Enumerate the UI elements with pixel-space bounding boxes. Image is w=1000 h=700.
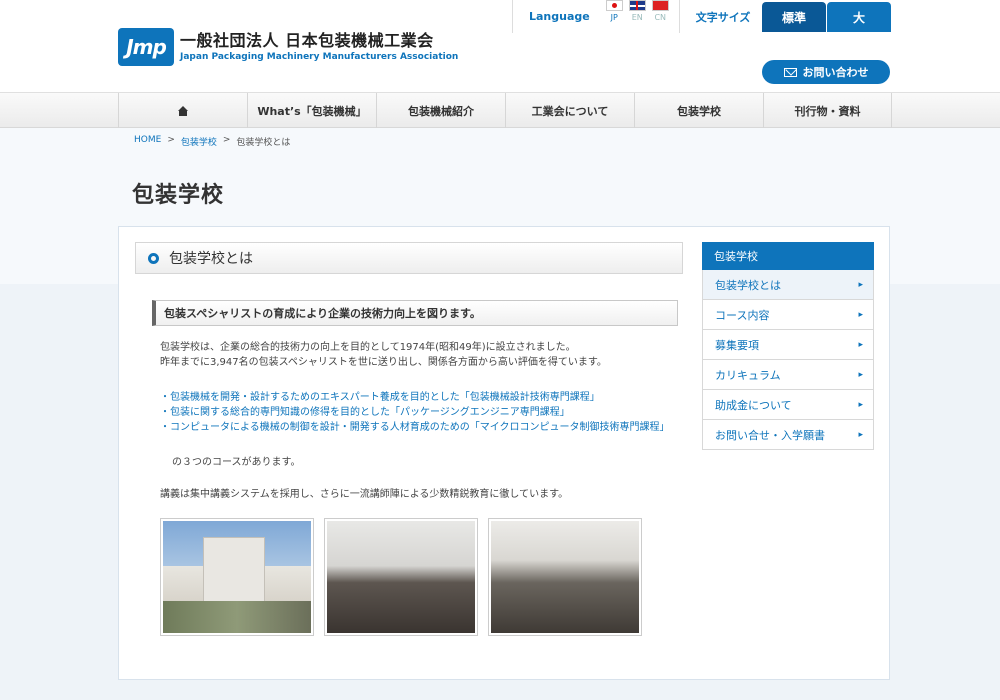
- font-size-label: 文字サイズ: [678, 0, 767, 33]
- circle-bullet-icon: [148, 252, 159, 264]
- contact-label: お問い合わせ: [802, 66, 869, 79]
- utility-bar: Language JP EN CN 文字サイズ: [512, 0, 766, 33]
- sidebar-item-about-school[interactable]: 包装学校とは ▸: [702, 270, 874, 300]
- chevron-right-icon: ▸: [858, 429, 863, 440]
- font-size-switcher: 標準 大: [762, 2, 892, 32]
- chevron-right-icon: ▸: [858, 399, 863, 410]
- nav-home[interactable]: [118, 93, 247, 129]
- mail-icon: [783, 67, 797, 77]
- course-link-design[interactable]: ・包装機械を開発・設計するためのエキスパート養成を目的とした「包装機械設計技術専…: [160, 390, 690, 405]
- lang-cn[interactable]: CN: [651, 0, 669, 33]
- course-link-microcomputer[interactable]: ・コンピュータによる機械の制御を設計・開発する人材育成のための「マイクロコンピュ…: [160, 420, 690, 435]
- jmp-logo-mark: Jmp: [118, 28, 174, 66]
- chevron-right-icon: ▸: [858, 369, 863, 380]
- uk-flag-icon: [628, 0, 646, 11]
- nav-school[interactable]: 包装学校: [634, 93, 763, 129]
- contact-button[interactable]: お問い合わせ: [762, 60, 890, 84]
- global-nav: What’s「包装機械」 包装機械紹介 工業会について 包装学校 刊行物・資料: [0, 92, 1000, 129]
- font-size-large-button[interactable]: 大: [827, 2, 891, 32]
- language-switcher: JP EN CN: [605, 0, 679, 33]
- classroom-photo: [324, 518, 478, 636]
- lang-jp[interactable]: JP: [605, 0, 623, 33]
- org-name-en: Japan Packaging Machinery Manufacturers …: [180, 52, 459, 62]
- jp-flag-icon: [605, 0, 623, 11]
- chevron-right-icon: ▸: [858, 279, 863, 290]
- sidebar-item-courses[interactable]: コース内容 ▸: [702, 300, 874, 330]
- school-building-photo: [160, 518, 314, 636]
- breadcrumb: HOME > 包装学校 > 包装学校とは: [134, 135, 290, 148]
- sidebar-item-curriculum[interactable]: カリキュラム ▸: [702, 360, 874, 390]
- page-title: 包装学校: [132, 183, 225, 208]
- lecture-hall-photo: [488, 518, 642, 636]
- nav-whats-packaging[interactable]: What’s「包装機械」: [247, 93, 376, 129]
- nav-publications[interactable]: 刊行物・資料: [763, 93, 892, 129]
- sidebar-item-admissions[interactable]: 募集要項 ▸: [702, 330, 874, 360]
- sidebar-title: 包装学校: [702, 242, 874, 270]
- sidebar-item-grants[interactable]: 助成金について ▸: [702, 390, 874, 420]
- photo-gallery: [160, 518, 642, 636]
- lang-en[interactable]: EN: [628, 0, 646, 33]
- breadcrumb-separator: >: [167, 135, 175, 145]
- nav-about[interactable]: 工業会について: [505, 93, 634, 129]
- breadcrumb-school[interactable]: 包装学校: [181, 135, 217, 148]
- course-list: ・包装機械を開発・設計するためのエキスパート養成を目的とした「包装機械設計技術専…: [160, 390, 690, 435]
- home-icon: [177, 105, 189, 117]
- section-title: 包装学校とは: [169, 251, 253, 267]
- breadcrumb-separator: >: [222, 135, 231, 145]
- nav-machinery[interactable]: 包装機械紹介: [376, 93, 505, 129]
- org-name-jp: 一般社団法人 日本包装機械工業会: [180, 31, 434, 50]
- chevron-right-icon: ▸: [858, 309, 863, 320]
- intro-text-2: 昨年までに3,947名の包装スペシャリストを世に送り出し、関係各方面から高い評価…: [160, 357, 607, 368]
- subheading: 包装スペシャリストの育成により企業の技術力向上を図ります。: [152, 300, 678, 326]
- font-size-standard-button[interactable]: 標準: [762, 2, 826, 32]
- chevron-right-icon: ▸: [858, 339, 863, 350]
- intro-text-1: 包装学校は、企業の総合的技術力の向上を目的として1974年(昭和49年)に設立さ…: [160, 342, 576, 353]
- site-header: Jmp 一般社団法人 日本包装機械工業会 Japan Packaging Mac…: [0, 0, 1000, 92]
- course-link-engineer[interactable]: ・包装に関する総合的専門知識の修得を目的とした「パッケージングエンジニア専門課程…: [160, 405, 690, 420]
- logo-text: 一般社団法人 日本包装機械工業会 Japan Packaging Machine…: [180, 31, 458, 63]
- breadcrumb-home[interactable]: HOME: [134, 135, 161, 148]
- sidebar: 包装学校 包装学校とは ▸ コース内容 ▸ 募集要項 ▸ カリキュラム ▸ 助成…: [702, 242, 874, 450]
- site-logo[interactable]: Jmp 一般社団法人 日本包装機械工業会 Japan Packaging Mac…: [118, 28, 458, 66]
- lecture-note: 講義は集中講義システムを採用し、さらに一流講師陣による少数精鋭教育に徹しています…: [160, 489, 569, 500]
- sidebar-item-inquiry[interactable]: お問い合せ・入学願書 ▸: [702, 420, 874, 450]
- cn-flag-icon: [651, 0, 669, 11]
- breadcrumb-current: 包装学校とは: [236, 138, 291, 148]
- section-heading: 包装学校とは: [135, 242, 683, 274]
- courses-summary: の３つのコースがあります。: [172, 457, 301, 468]
- language-label: Language: [512, 0, 606, 33]
